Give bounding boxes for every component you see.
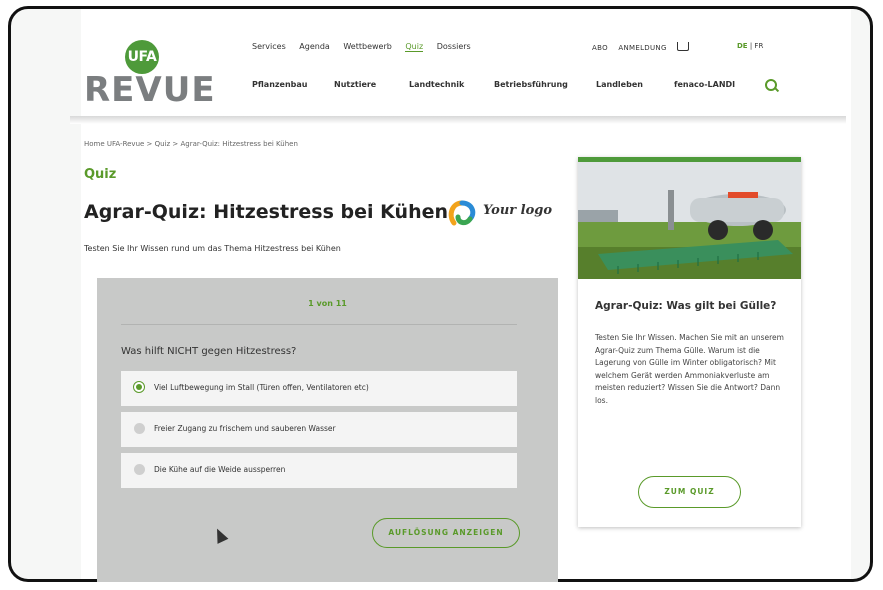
ufa-revue-logo[interactable]: UFA REVUE	[84, 40, 230, 112]
nav-nutztiere[interactable]: Nutztiere	[334, 80, 376, 89]
nav-landtechnik[interactable]: Landtechnik	[409, 80, 464, 89]
question-counter: 1 von 11	[308, 299, 347, 308]
logo-badge: UFA	[125, 40, 159, 74]
answer-label: Viel Luftbewegung im Stall (Türen offen,…	[154, 383, 369, 392]
breadcrumb[interactable]: Home UFA-Revue > Quiz > Agrar-Quiz: Hitz…	[84, 140, 298, 148]
cart-icon[interactable]	[677, 42, 690, 51]
intro-text: Testen Sie Ihr Wissen rund um das Thema …	[84, 244, 341, 253]
nav-dossiers[interactable]: Dossiers	[437, 42, 471, 51]
page-title: Agrar-Quiz: Hitzestress bei Kühen	[84, 201, 449, 223]
lang-separator: |	[749, 42, 753, 50]
question-text: Was hilft NICHT gegen Hitzestress?	[121, 346, 297, 357]
quiz-panel: 1 von 11 Was hilft NICHT gegen Hitzestre…	[97, 278, 558, 582]
answer-option-3[interactable]: Die Kühe auf die Weide aussperren	[121, 453, 517, 488]
nav-agenda[interactable]: Agenda	[299, 42, 330, 51]
section-label: Quiz	[84, 167, 117, 182]
logo-wordmark: REVUE	[84, 70, 216, 110]
nav-betriebsfuehrung[interactable]: Betriebsführung	[494, 80, 568, 89]
sponsor-logo-icon	[448, 200, 476, 226]
sponsor-logo: Your logo	[446, 196, 556, 232]
radio-icon[interactable]	[134, 423, 145, 434]
slurry-tanker-photo	[578, 162, 801, 279]
answer-option-2[interactable]: Freier Zugang zu frischem und sauberen W…	[121, 412, 517, 447]
nav-services[interactable]: Services	[252, 42, 286, 51]
top-nav: Services Agenda Wettbewerb Quiz Dossiers	[252, 42, 482, 52]
answer-label: Freier Zugang zu frischem und sauberen W…	[154, 424, 336, 433]
nav-landleben[interactable]: Landleben	[596, 80, 643, 89]
card-text: Testen Sie Ihr Wissen. Machen Sie mit an…	[595, 333, 784, 405]
divider	[121, 324, 517, 325]
mouse-cursor-icon	[212, 527, 228, 543]
related-quiz-card[interactable]: Agrar-Quiz: Was gilt bei Gülle? Testen S…	[578, 157, 801, 527]
login-link[interactable]: ANMELDUNG	[618, 44, 666, 52]
radio-icon[interactable]	[134, 464, 145, 475]
show-solution-button[interactable]: AUFLÖSUNG ANZEIGEN	[372, 518, 520, 548]
language-switch: DE | FR	[737, 42, 763, 50]
nav-wettbewerb[interactable]: Wettbewerb	[343, 42, 391, 51]
answer-label: Die Kühe auf die Weide aussperren	[154, 465, 286, 474]
sponsor-logo-text: Your logo	[483, 203, 553, 218]
nav-fenaco-landi[interactable]: fenaco-LANDI	[674, 80, 735, 89]
nav-pflanzenbau[interactable]: Pflanzenbau	[252, 80, 307, 89]
account-links: ABO ANMELDUNG	[592, 42, 697, 52]
lang-de[interactable]: DE	[737, 42, 748, 50]
zum-quiz-button[interactable]: ZUM QUIZ	[638, 476, 741, 508]
card-title[interactable]: Agrar-Quiz: Was gilt bei Gülle?	[595, 300, 776, 312]
answer-option-1[interactable]: Viel Luftbewegung im Stall (Türen offen,…	[121, 371, 517, 406]
lang-fr[interactable]: FR	[754, 42, 763, 50]
radio-selected-icon[interactable]	[133, 381, 145, 393]
header-shadow	[70, 116, 846, 124]
nav-quiz[interactable]: Quiz	[405, 42, 424, 52]
abo-link[interactable]: ABO	[592, 44, 608, 52]
search-icon[interactable]	[765, 79, 777, 91]
